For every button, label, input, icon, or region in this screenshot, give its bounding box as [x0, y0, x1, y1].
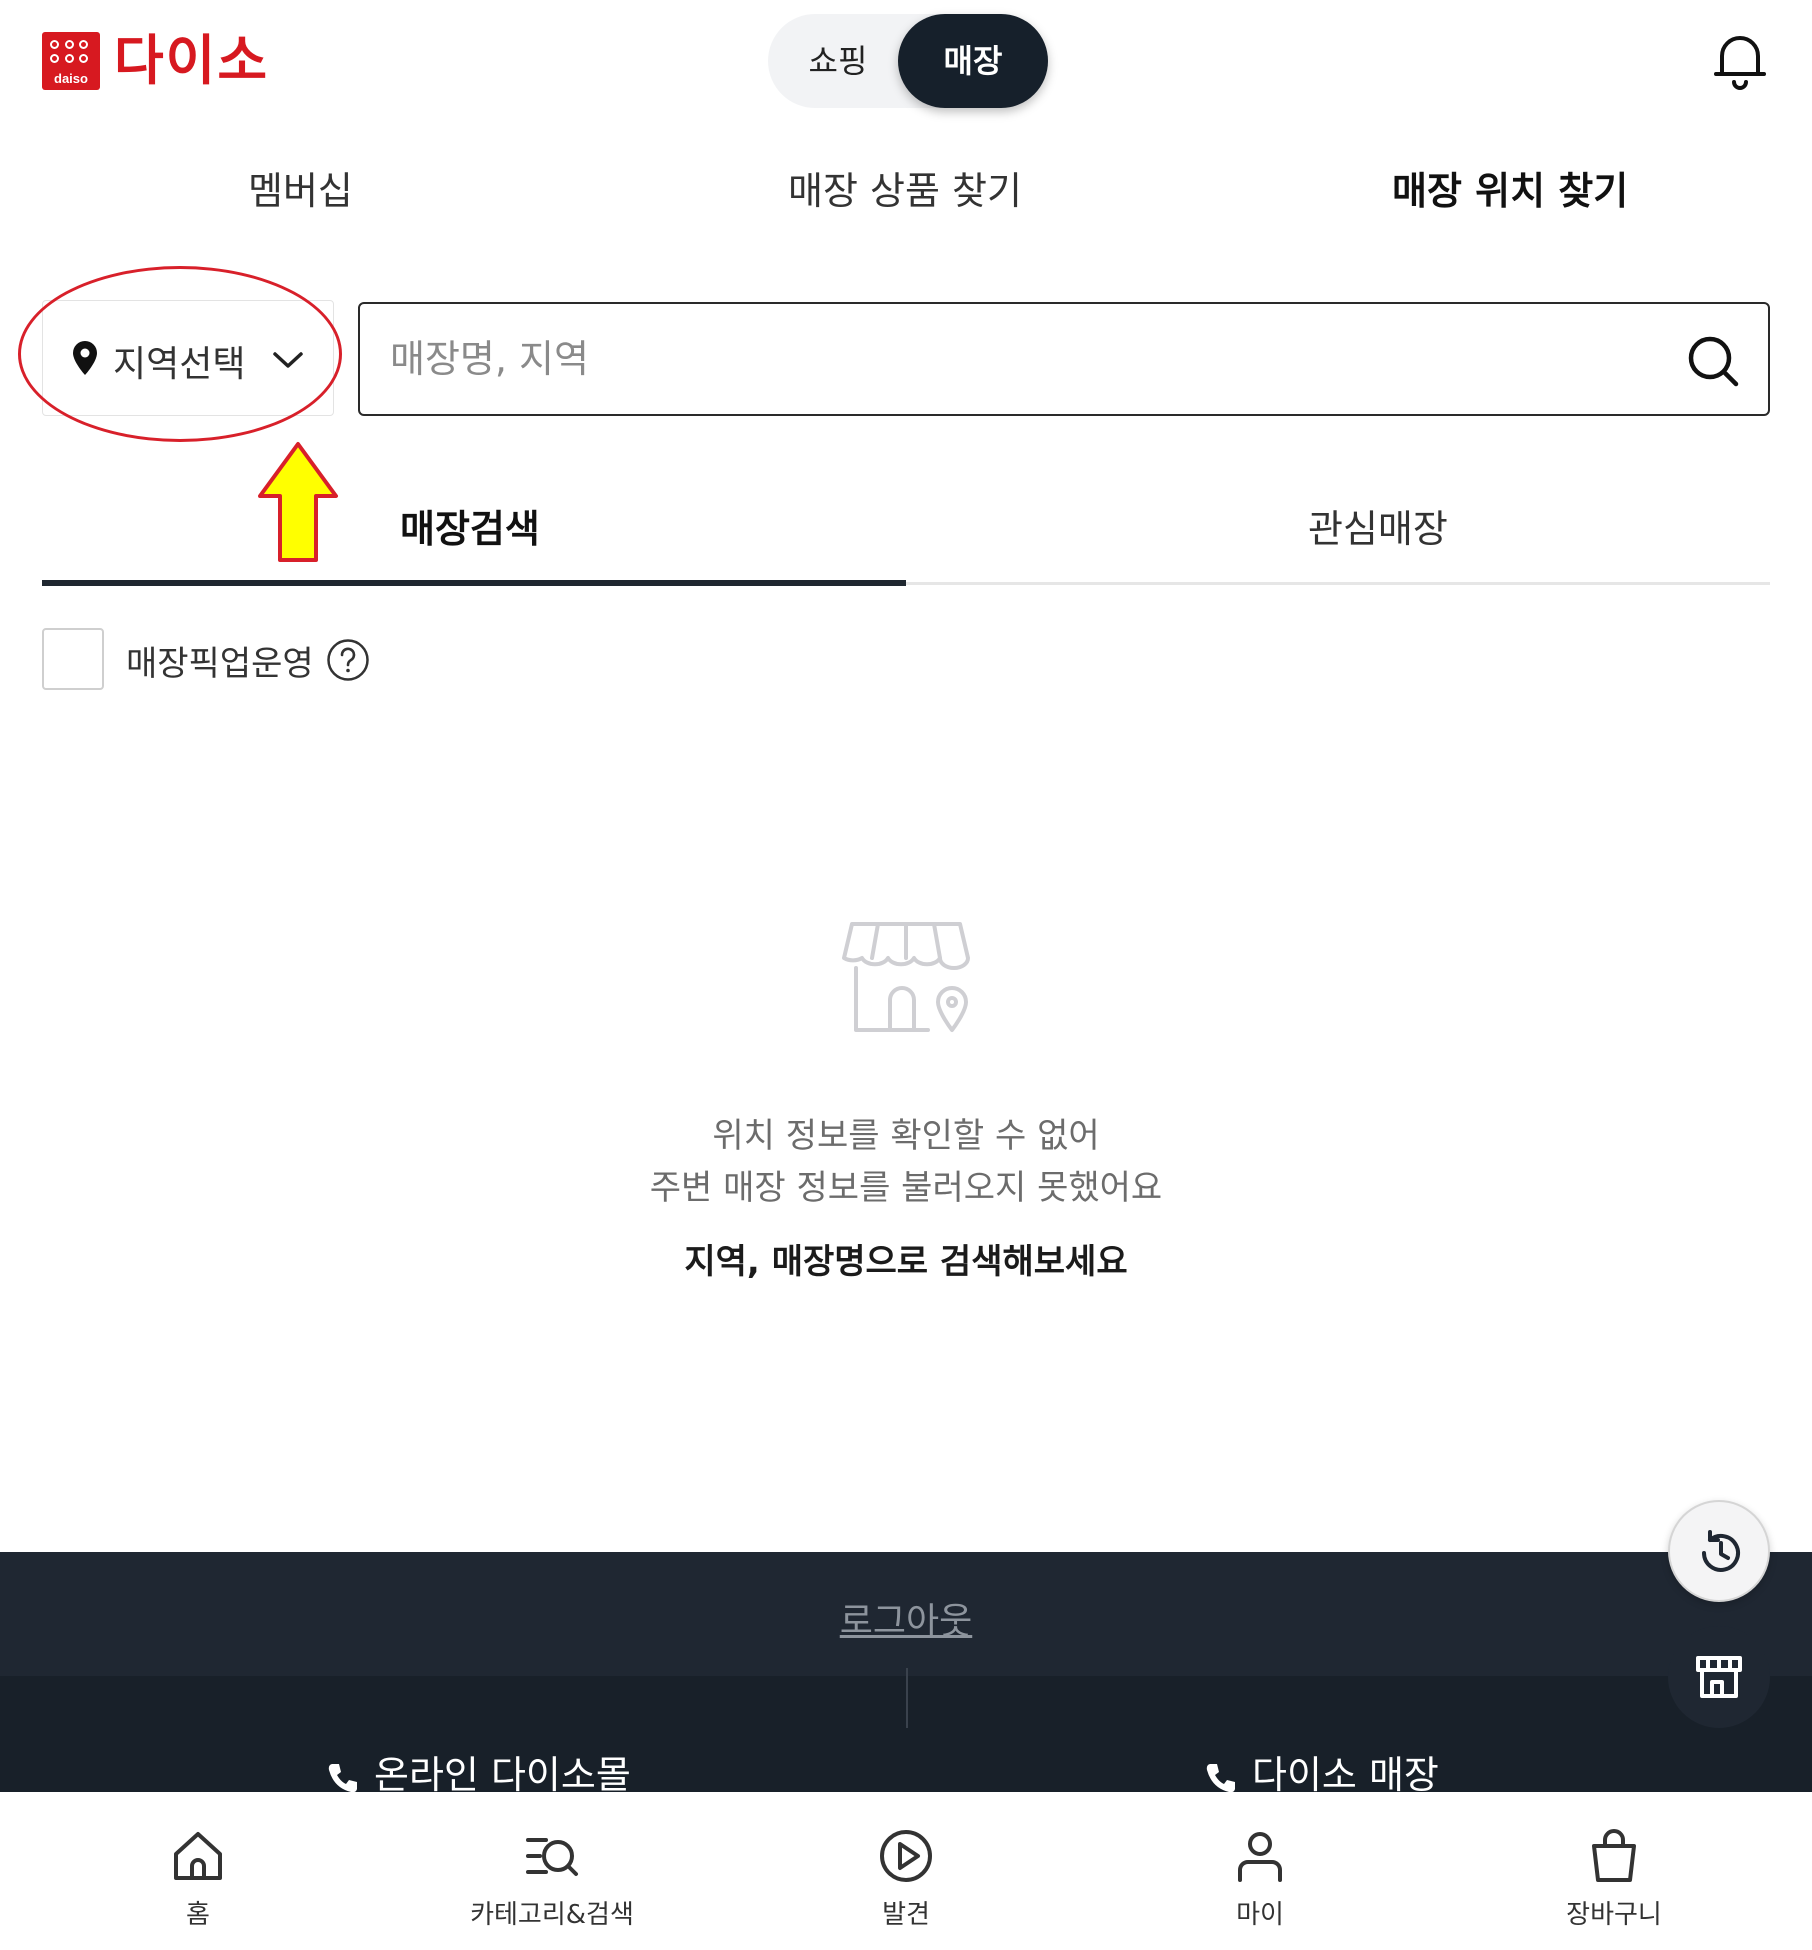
footer-contacts: 온라인 다이소몰 다이소 매장 — [0, 1668, 1812, 1792]
logo-sub-text: daiso — [54, 71, 88, 86]
phone-icon — [328, 1763, 357, 1792]
region-select-button[interactable]: 지역선택 — [42, 300, 334, 416]
bottom-navigation: 홈 카테고리&검색 발견 마이 장바구니 — [0, 1792, 1812, 1950]
search-icon[interactable] — [1686, 334, 1740, 388]
store-search-box — [358, 302, 1770, 416]
contact-online-mall[interactable]: 온라인 다이소몰 — [326, 1744, 631, 1792]
home-icon — [174, 1832, 222, 1880]
region-select-label: 지역선택 — [113, 344, 246, 385]
toggle-shopping[interactable]: 쇼핑 — [768, 14, 908, 108]
nav-category-search[interactable]: 카테고리&검색 — [452, 1828, 652, 1938]
tab-divider — [906, 582, 1770, 585]
nav-category-search-label: 카테고리&검색 — [470, 1900, 634, 1930]
active-tab-indicator — [42, 580, 906, 586]
nav-my[interactable]: 마이 — [1160, 1828, 1360, 1938]
daiso-logo[interactable]: daiso 다이소 — [42, 32, 269, 90]
bell-icon[interactable] — [1712, 28, 1768, 92]
pickup-checkbox[interactable] — [42, 628, 104, 690]
tab-store-location[interactable]: 매장 위치 찾기 — [1392, 160, 1628, 215]
store-shortcut-button[interactable] — [1668, 1626, 1770, 1728]
pickup-label: 매장픽업운영 — [126, 644, 314, 684]
category-search-icon — [526, 1838, 578, 1876]
contact-daiso-store-label: 다이소 매장 — [1252, 1753, 1439, 1792]
footer-divider — [906, 1668, 908, 1728]
person-icon — [1238, 1832, 1282, 1882]
nav-my-label: 마이 — [1236, 1900, 1284, 1930]
app-header: daiso 다이소 쇼핑 매장 — [0, 0, 1812, 125]
top-tabs: 멤버십 매장 상품 찾기 매장 위치 찾기 — [0, 160, 1812, 230]
nav-discover-label: 발견 — [882, 1900, 930, 1930]
chevron-down-icon — [273, 352, 303, 368]
shop-store-toggle: 쇼핑 매장 — [768, 14, 1048, 108]
location-pin-icon — [73, 341, 97, 375]
store-search-input[interactable] — [390, 304, 1650, 414]
empty-message-hint: 지역, 매장명으로 검색해보세요 — [684, 1242, 1128, 1282]
sub-tabs: 매장검색 관심매장 — [42, 470, 1770, 586]
tab-store-search-label: 매장검색 — [400, 507, 540, 551]
tab-store-search[interactable]: 매장검색 — [42, 470, 906, 586]
tab-membership[interactable]: 멤버십 — [248, 160, 353, 215]
nav-home[interactable]: 홈 — [98, 1828, 298, 1938]
footer: 로그아웃 온라인 다이소몰 다이소 매장 — [0, 1552, 1812, 1792]
play-discover-icon — [880, 1830, 932, 1882]
phone-icon — [1206, 1763, 1235, 1792]
nav-cart-label: 장바구니 — [1566, 1900, 1662, 1930]
contact-daiso-store[interactable]: 다이소 매장 — [1204, 1744, 1439, 1792]
logo-mark: daiso — [42, 32, 100, 90]
store-location-icon — [842, 922, 970, 1032]
nav-cart[interactable]: 장바구니 — [1514, 1828, 1714, 1938]
question-help-icon[interactable] — [326, 638, 370, 682]
tab-favorite-stores[interactable]: 관심매장 — [906, 470, 1770, 586]
logo-dots — [50, 40, 92, 66]
logo-text: 다이소 — [114, 29, 270, 92]
logout-link[interactable]: 로그아웃 — [0, 1592, 1812, 1644]
tab-store-products[interactable]: 매장 상품 찾기 — [788, 160, 1022, 215]
empty-message-line2: 주변 매장 정보를 불러오지 못했어요 — [649, 1168, 1163, 1208]
storefront-icon — [1696, 1656, 1742, 1698]
nav-home-label: 홈 — [186, 1900, 210, 1930]
footer-top: 로그아웃 — [0, 1552, 1812, 1676]
tab-favorite-stores-label: 관심매장 — [1308, 507, 1448, 551]
contact-online-mall-label: 온라인 다이소몰 — [374, 1753, 631, 1792]
history-clock-icon — [1702, 1530, 1740, 1572]
recent-history-button[interactable] — [1668, 1500, 1770, 1602]
shopping-bag-icon — [1592, 1829, 1636, 1882]
toggle-store[interactable]: 매장 — [898, 14, 1048, 108]
nav-discover[interactable]: 발견 — [806, 1828, 1006, 1938]
empty-message-line1: 위치 정보를 확인할 수 없어 — [712, 1116, 1100, 1156]
